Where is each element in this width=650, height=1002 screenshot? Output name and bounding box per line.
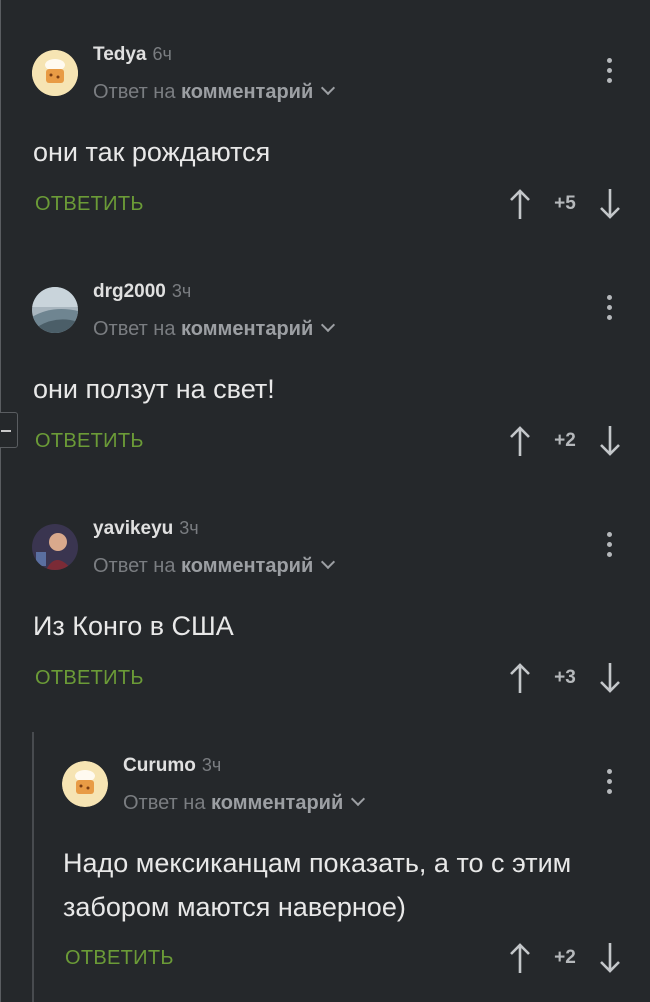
- reply-to-link[interactable]: Ответ на комментарий: [93, 317, 336, 341]
- vote-controls: +2: [508, 424, 628, 458]
- vote-score: +3: [554, 667, 576, 688]
- comment-text: Из Конго в США: [33, 611, 234, 641]
- reply-button[interactable]: ОТВЕТИТЬ: [35, 430, 144, 453]
- vote-score: +5: [554, 193, 576, 214]
- downvote-arrow-icon[interactable]: [598, 424, 622, 458]
- more-menu-icon[interactable]: [600, 58, 620, 86]
- upvote-arrow-icon[interactable]: [508, 941, 532, 975]
- vote-score: +2: [554, 947, 576, 968]
- upvote-arrow-icon[interactable]: [508, 424, 532, 458]
- avatar[interactable]: [62, 761, 108, 807]
- author-name[interactable]: yavikeyu 3ч: [93, 518, 199, 540]
- reply-button[interactable]: ОТВЕТИТЬ: [35, 193, 144, 216]
- chevron-down-icon: [321, 317, 336, 333]
- reply-button[interactable]: ОТВЕТИТЬ: [35, 667, 144, 690]
- author-name[interactable]: drg2000 3ч: [93, 281, 191, 303]
- comment-time: 6ч: [152, 44, 172, 64]
- comment-text: они ползут на свет!: [33, 374, 275, 404]
- more-menu-icon[interactable]: [600, 295, 620, 323]
- downvote-arrow-icon[interactable]: [598, 941, 622, 975]
- comment-text: Надо мексиканцам показать, а то с этим з…: [63, 848, 572, 922]
- thread-collapse-button[interactable]: [0, 412, 18, 448]
- vote-score: +2: [554, 430, 576, 451]
- avatar[interactable]: [32, 287, 78, 333]
- vote-controls: +2: [508, 941, 628, 975]
- comment-time: 3ч: [179, 518, 199, 538]
- chevron-down-icon: [351, 791, 366, 807]
- more-menu-icon[interactable]: [600, 532, 620, 560]
- chevron-down-icon: [321, 554, 336, 570]
- reply-to-link[interactable]: Ответ на комментарий: [123, 791, 366, 815]
- comment-text: они так рождаются: [33, 137, 271, 167]
- reply-to-link[interactable]: Ответ на комментарий: [93, 80, 336, 104]
- author-name[interactable]: Tedya 6ч: [93, 44, 172, 66]
- thread-line: [0, 0, 1, 1002]
- downvote-arrow-icon[interactable]: [598, 661, 622, 695]
- avatar[interactable]: [32, 524, 78, 570]
- chevron-down-icon: [321, 80, 336, 96]
- reply-button[interactable]: ОТВЕТИТЬ: [65, 947, 174, 970]
- avatar[interactable]: [32, 50, 78, 96]
- downvote-arrow-icon[interactable]: [598, 187, 622, 221]
- vote-controls: +3: [508, 661, 628, 695]
- upvote-arrow-icon[interactable]: [508, 187, 532, 221]
- more-menu-icon[interactable]: [600, 769, 620, 797]
- author-name[interactable]: Curumo 3ч: [123, 755, 221, 777]
- nested-reply-line: [32, 732, 34, 1002]
- comment-time: 3ч: [201, 755, 222, 775]
- vote-controls: +5: [508, 187, 628, 221]
- upvote-arrow-icon[interactable]: [508, 661, 532, 695]
- reply-to-link[interactable]: Ответ на комментарий: [93, 554, 336, 578]
- comment-time: 3ч: [171, 281, 192, 301]
